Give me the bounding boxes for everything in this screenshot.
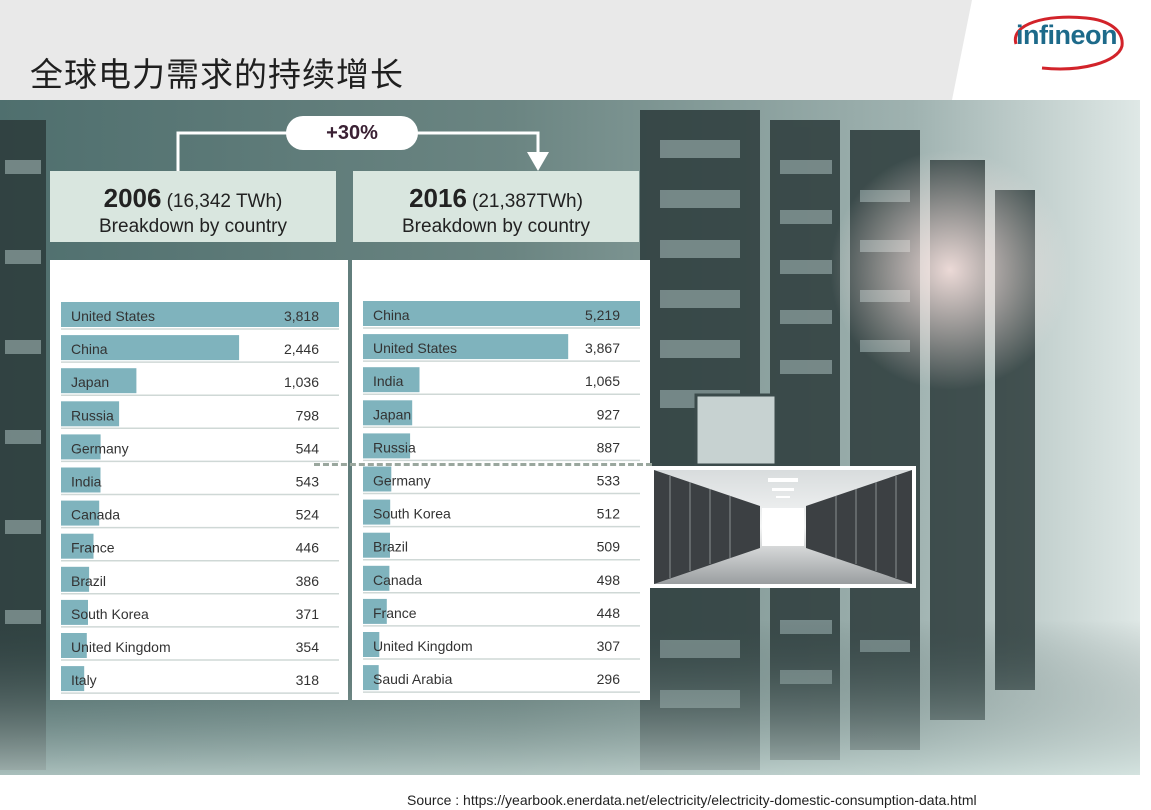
corridor-illustration [654,470,912,584]
country-label: Brazil [373,539,408,555]
country-label: Canada [373,572,422,588]
country-label: China [373,307,410,323]
country-label: France [373,605,417,621]
country-label: Japan [373,406,411,422]
value-label: 927 [597,406,621,422]
country-label: Germany [373,473,431,489]
value-label: 509 [597,539,621,555]
value-label: 296 [597,671,621,687]
table-row: Canada 498 [363,565,640,594]
table-row: Russia 887 [363,433,640,462]
table-row: United Kingdom 307 [363,632,640,660]
value-label: 512 [597,506,621,522]
country-label: Russia [373,439,416,455]
value-label: 1,065 [585,373,620,389]
value-label: 3,867 [585,340,620,356]
country-label: Saudi Arabia [373,671,453,687]
value-label: 887 [597,439,621,455]
country-label: United States [373,340,457,356]
table-row: India 1,065 [363,367,640,395]
table-row: South Korea 512 [363,499,640,528]
table-row: China 5,219 [363,301,640,329]
table-row: Saudi Arabia 296 [363,665,640,693]
value-label: 307 [597,638,621,654]
value-label: 533 [597,473,621,489]
source-citation: Source : https://yearbook.enerdata.net/e… [407,792,977,808]
country-label: South Korea [373,506,451,522]
table-row: Japan 927 [363,400,640,429]
table-row: Germany 533 [363,466,640,495]
table-row: France 448 [363,598,640,627]
country-label: India [373,373,404,389]
bar-chart-2016: China 5,219 United States 3,867 India 1,065 Ja… [363,301,640,693]
table-row: Brazil 509 [363,532,640,561]
value-label: 498 [597,572,621,588]
table-row: United States 3,867 [363,334,640,362]
country-label: United Kingdom [373,638,473,654]
value-label: 5,219 [585,307,620,323]
datacenter-corridor-image [650,466,916,588]
value-label: 448 [597,605,621,621]
dashed-divider [314,463,652,466]
